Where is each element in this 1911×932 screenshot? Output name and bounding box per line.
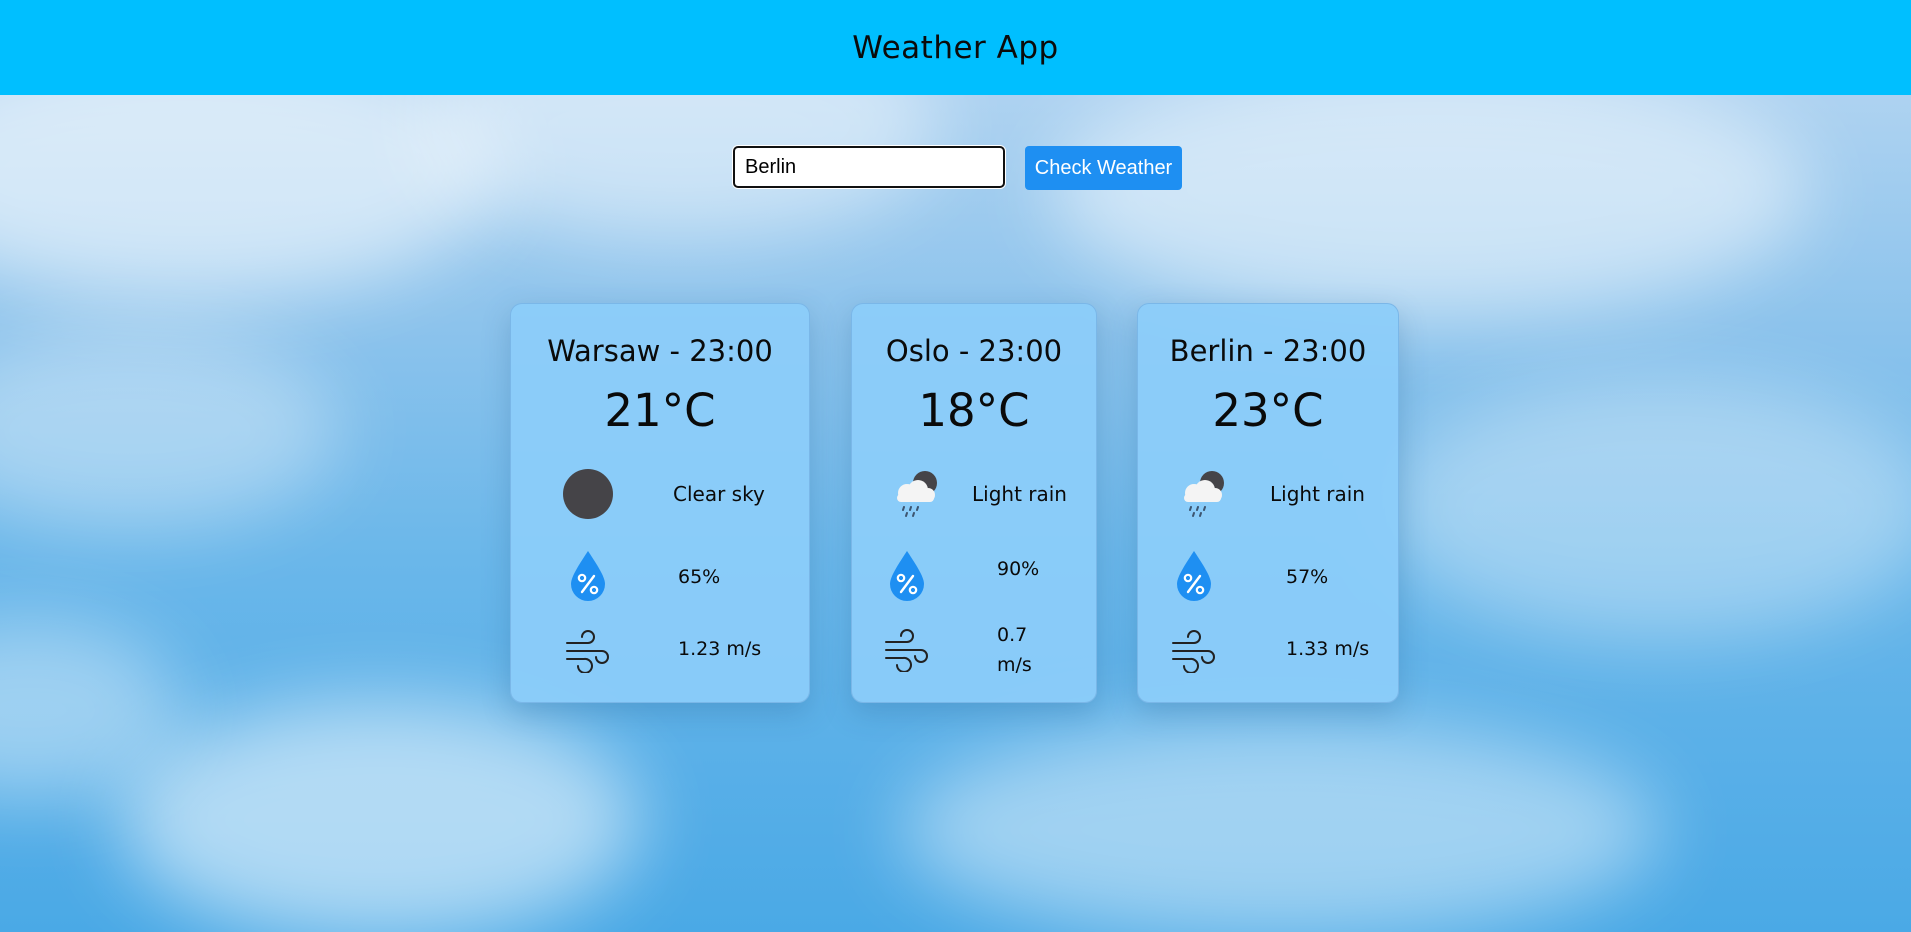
check-weather-button[interactable]: Check Weather — [1025, 146, 1182, 190]
wind-row: 1.33 m/s — [1138, 626, 1398, 676]
humidity-drop-icon — [567, 547, 609, 603]
condition-label: Light rain — [1270, 482, 1365, 506]
app-header: Weather App — [0, 0, 1911, 95]
humidity-value: 57% — [1286, 566, 1329, 588]
night-rain-icon — [1174, 466, 1230, 522]
card-city-time: Berlin - 23:00 — [1169, 334, 1367, 368]
weather-card-berlin: Berlin - 23:00 23°C Light rain 57% 1.33 … — [1137, 303, 1399, 703]
card-temperature: 23°C — [1212, 384, 1324, 437]
night-clear-icon — [563, 469, 613, 519]
card-temperature: 21°C — [604, 384, 716, 437]
condition-label: Clear sky — [673, 482, 765, 506]
app-title: Weather App — [852, 29, 1059, 66]
city-input[interactable] — [733, 146, 1005, 188]
wind-value: 1.23 m/s — [678, 638, 762, 660]
condition-row: Clear sky — [511, 469, 809, 519]
condition-label: Light rain — [972, 482, 1067, 506]
wind-icon — [1169, 626, 1219, 676]
night-rain-icon — [887, 466, 943, 522]
condition-row: Light rain — [1138, 466, 1398, 522]
humidity-drop-icon — [1173, 547, 1215, 603]
humidity-row: 57% — [1138, 547, 1398, 603]
card-city-time: Warsaw - 23:00 — [547, 334, 773, 368]
wind-icon — [882, 625, 932, 675]
humidity-drop-icon — [886, 547, 928, 603]
humidity-value: 90% — [997, 558, 1040, 580]
humidity-value: 65% — [678, 566, 721, 588]
search-bar: Check Weather — [733, 146, 1182, 190]
weather-card-warsaw: Warsaw - 23:00 21°C Clear sky 65% 1.23 m… — [510, 303, 810, 703]
weather-card-oslo: Oslo - 23:00 18°C Light rain 90% 0.7 m/s — [851, 303, 1097, 703]
card-temperature: 18°C — [918, 384, 1030, 437]
humidity-row: 65% — [511, 547, 809, 603]
condition-row: Light rain — [852, 466, 1096, 522]
wind-value: 0.7 m/s — [997, 624, 1032, 676]
wind-value: 1.33 m/s — [1286, 638, 1370, 660]
wind-row: 1.23 m/s — [511, 626, 809, 676]
wind-icon — [563, 626, 613, 676]
humidity-row: 90% — [852, 547, 1096, 603]
card-city-time: Oslo - 23:00 — [885, 334, 1063, 368]
wind-row: 0.7 m/s — [852, 620, 1096, 680]
